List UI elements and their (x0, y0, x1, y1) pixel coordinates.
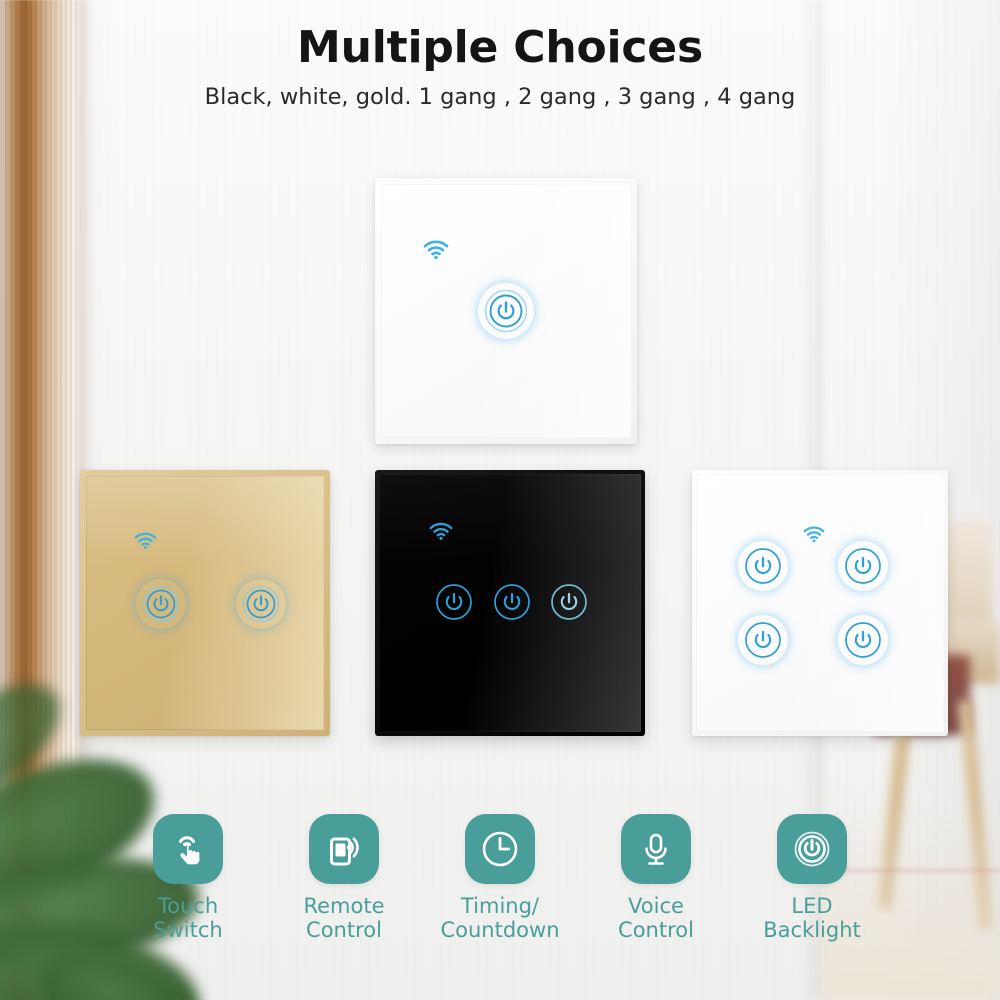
microphone-icon (621, 814, 691, 884)
power-button[interactable] (492, 582, 532, 622)
button-glow (838, 541, 888, 591)
switch-white-1gang[interactable] (375, 178, 637, 444)
remote-phone-icon (309, 814, 379, 884)
glass-sheen (86, 476, 324, 565)
glass-reflection (769, 474, 944, 732)
page-title: Multiple Choices (297, 22, 703, 73)
product-banner: Multiple Choices Black, white, gold. 1 g… (0, 0, 1000, 1000)
switch-glass-panel (381, 184, 631, 438)
feature-label: Voice Control (618, 894, 694, 942)
glass-sheen (379, 474, 641, 565)
feature-label: Touch Switch (153, 894, 223, 942)
switch-gold-2gang[interactable] (80, 470, 330, 736)
power-button[interactable] (743, 546, 783, 586)
glass-sheen (381, 184, 631, 273)
switch-glass-panel (696, 474, 944, 732)
power-button[interactable] (843, 620, 883, 660)
feature-timing-countdown[interactable]: Timing/ Countdown (422, 814, 578, 943)
power-icon (777, 814, 847, 884)
feature-strip: Touch Switch Remote Control Timing/ Coun… (0, 814, 1000, 984)
feature-label: Timing/ Countdown (440, 894, 560, 942)
switch-glass-panel (86, 476, 324, 730)
button-glow (136, 579, 186, 629)
power-button[interactable] (141, 584, 181, 624)
feature-label: LED Backlight (763, 894, 861, 942)
button-glow (738, 615, 788, 665)
button-glow (478, 283, 534, 339)
feature-remote-control[interactable]: Remote Control (266, 814, 422, 943)
wifi-icon (134, 532, 157, 550)
page-subtitle: Black, white, gold. 1 gang , 2 gang , 3 … (204, 84, 796, 110)
button-glow (838, 615, 888, 665)
switch-glass-panel (379, 474, 641, 732)
power-button[interactable] (743, 620, 783, 660)
touch-hand-icon (153, 814, 223, 884)
power-button[interactable] (549, 582, 589, 622)
clock-icon (465, 814, 535, 884)
feature-led-backlight[interactable]: LED Backlight (734, 814, 890, 943)
button-glow (236, 579, 286, 629)
power-button[interactable] (843, 546, 883, 586)
power-button[interactable] (483, 288, 529, 334)
feature-voice-control[interactable]: Voice Control (578, 814, 734, 943)
switch-white-4gang[interactable] (692, 470, 948, 736)
switch-black-3gang[interactable] (375, 470, 645, 736)
wifi-icon (423, 240, 449, 260)
feature-touch-switch[interactable]: Touch Switch (110, 814, 266, 943)
button-glow (738, 541, 788, 591)
feature-label: Remote Control (303, 894, 385, 942)
wifi-icon (429, 522, 453, 541)
glass-sheen (696, 474, 944, 565)
power-button[interactable] (241, 584, 281, 624)
wifi-icon (803, 526, 825, 543)
power-button[interactable] (434, 582, 474, 622)
